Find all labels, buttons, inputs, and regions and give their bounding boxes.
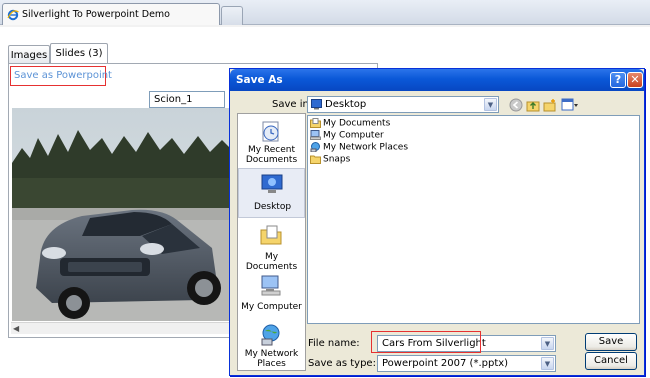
browser-tab-strip: Silverlight To Powerpoint Demo [0,0,650,26]
view-menu-icon[interactable] [561,98,579,112]
cancel-button[interactable]: Cancel [585,352,637,370]
place-my-computer[interactable]: My Computer [238,270,305,320]
tab-slides[interactable]: Slides (3) [50,43,108,63]
place-my-network-places[interactable]: My Network Places [238,320,305,370]
list-item[interactable]: Snaps [310,154,350,166]
list-item[interactable]: My Documents [310,118,390,130]
save-as-type-label: Save as type: [308,358,376,369]
list-item[interactable]: My Network Places [310,142,408,154]
new-tab-button[interactable] [221,6,243,25]
back-icon[interactable] [509,98,523,112]
save-as-dialog: Save As ? ✕ Save in: Desktop ▼ My Recent… [229,68,645,376]
save-in-dropdown[interactable]: Desktop ▼ [307,96,499,113]
folder-icon [310,118,321,128]
file-name: My Documents [323,118,391,129]
internet-explorer-icon [7,9,19,21]
save-as-powerpoint-link[interactable]: Save as Powerpoint [10,66,112,86]
file-name: My Network Places [323,142,409,153]
save-as-type-dropdown[interactable]: Powerpoint 2007 (*.pptx) ▼ [377,355,556,372]
place-my-documents[interactable]: My Documents [238,220,305,272]
computer-icon [310,130,321,140]
scroll-left-arrow-icon[interactable]: ◀ [13,324,19,333]
place-desktop[interactable]: Desktop [238,168,305,218]
file-name-highlight [371,331,481,353]
slide-image [12,108,230,321]
network-places-icon [261,324,280,346]
browser-tab[interactable]: Silverlight To Powerpoint Demo [2,3,220,26]
save-in-value: Desktop [325,99,367,110]
close-button[interactable]: ✕ [627,72,643,88]
place-label: My Network Places [244,349,299,369]
file-list[interactable]: My Documents My Computer My Network Plac… [307,115,640,324]
places-bar: My Recent Documents Desktop My Documents [237,113,306,371]
save-as-type-value: Powerpoint 2007 (*.pptx) [382,358,509,369]
place-label: My Documents [245,252,298,272]
recent-documents-icon [262,121,279,142]
place-label: Desktop [253,202,292,212]
up-folder-icon[interactable] [526,98,540,112]
file-name-label: File name: [308,338,360,349]
chevron-down-icon: ▼ [484,98,497,111]
folder-icon [310,155,321,164]
desktop-small-icon [311,99,322,110]
desktop-icon [261,174,283,193]
horizontal-scrollbar[interactable]: ◀ [11,322,231,334]
file-name: My Computer [323,130,384,141]
chevron-down-icon[interactable]: ▼ [541,357,554,370]
save-button[interactable]: Save [585,333,637,351]
my-documents-folder-icon [260,225,282,245]
dialog-title: Save As [236,74,283,86]
list-item[interactable]: My Computer [310,130,384,142]
place-label: My Computer [241,302,302,312]
network-icon [310,142,320,152]
help-button[interactable]: ? [610,72,626,88]
tab-images[interactable]: Images [8,45,50,63]
place-my-recent-documents[interactable]: My Recent Documents [238,117,305,167]
file-name: Snaps [323,154,351,165]
slide-name-field[interactable]: Scion_1 [149,91,225,108]
chevron-down-icon[interactable]: ▼ [541,337,554,350]
browser-tab-title: Silverlight To Powerpoint Demo [22,9,170,20]
place-label: My Recent Documents [245,145,298,165]
new-folder-icon[interactable] [543,98,557,112]
dialog-titlebar[interactable]: Save As ? ✕ [230,69,644,91]
my-computer-icon [261,275,281,296]
toolbar-divider [0,25,650,27]
